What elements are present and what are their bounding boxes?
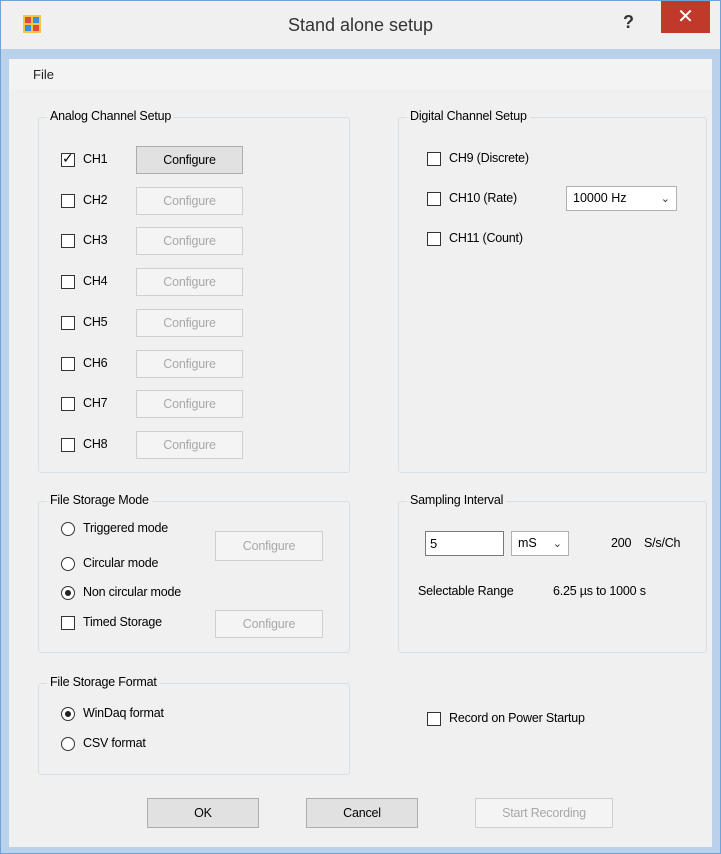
ch5-checkbox[interactable] xyxy=(61,316,75,330)
ch9-checkbox[interactable] xyxy=(427,152,441,166)
ch10-rate-value: 10000 Hz xyxy=(573,191,627,205)
close-button[interactable]: ✕ xyxy=(661,1,710,33)
ch6-configure-button[interactable]: Configure xyxy=(136,350,243,378)
timed-storage-configure-button[interactable]: Configure xyxy=(215,610,323,638)
ch4-checkbox[interactable] xyxy=(61,275,75,289)
csv-format-label: CSV format xyxy=(83,736,146,750)
cancel-button[interactable]: Cancel xyxy=(306,798,418,828)
digital-group-title: Digital Channel Setup xyxy=(407,109,530,123)
ch2-checkbox[interactable] xyxy=(61,194,75,208)
non-circular-mode-label: Non circular mode xyxy=(83,585,182,599)
record-on-power-label: Record on Power Startup xyxy=(449,711,585,725)
dialog-window: Stand alone setup ? ✕ File Analog Channe… xyxy=(0,0,721,854)
ch7-label: CH7 xyxy=(83,396,108,410)
storage-mode-title: File Storage Mode xyxy=(47,493,152,507)
selectable-range-label: Selectable Range xyxy=(418,584,514,598)
windaq-format-radio[interactable] xyxy=(61,707,75,721)
ch4-label: CH4 xyxy=(83,274,108,288)
triggered-mode-radio[interactable] xyxy=(61,522,75,536)
ch8-checkbox[interactable] xyxy=(61,438,75,452)
sample-rate-value: 200 xyxy=(611,536,632,550)
ch8-configure-button[interactable]: Configure xyxy=(136,431,243,459)
start-recording-button[interactable]: Start Recording xyxy=(475,798,613,828)
ch9-label: CH9 (Discrete) xyxy=(449,151,529,165)
selectable-range-value: 6.25 µs to 1000 s xyxy=(553,584,646,598)
ch1-checkbox[interactable] xyxy=(61,151,75,167)
title-bar: Stand alone setup ? ✕ xyxy=(1,1,720,49)
ch3-checkbox[interactable] xyxy=(61,234,75,248)
ch10-rate-select[interactable]: 10000 Hz ⌄ xyxy=(566,186,677,211)
help-button[interactable]: ? xyxy=(623,11,634,33)
sampling-interval-input[interactable]: 5 xyxy=(425,531,504,556)
ch5-label: CH5 xyxy=(83,315,108,329)
ch2-label: CH2 xyxy=(83,193,108,207)
circular-mode-label: Circular mode xyxy=(83,556,159,570)
ch10-checkbox[interactable] xyxy=(427,192,441,206)
ch5-configure-button[interactable]: Configure xyxy=(136,309,243,337)
ch11-checkbox[interactable] xyxy=(427,232,441,246)
chevron-down-icon: ⌄ xyxy=(552,537,562,550)
menu-bar xyxy=(9,59,712,90)
record-on-power-checkbox[interactable] xyxy=(427,712,441,726)
sampling-unit-select[interactable]: mS ⌄ xyxy=(511,531,569,556)
ch11-label: CH11 (Count) xyxy=(449,231,523,245)
storage-format-title: File Storage Format xyxy=(47,675,160,689)
sample-rate-unit: S/s/Ch xyxy=(644,536,681,550)
ch8-label: CH8 xyxy=(83,437,108,451)
timed-storage-checkbox[interactable] xyxy=(61,616,75,630)
ok-button[interactable]: OK xyxy=(147,798,259,828)
ch3-label: CH3 xyxy=(83,233,108,247)
file-storage-format-group: File Storage Format xyxy=(38,675,350,775)
ch6-checkbox[interactable] xyxy=(61,357,75,371)
window-title: Stand alone setup xyxy=(287,15,434,35)
digital-channel-group: Digital Channel Setup xyxy=(398,109,707,473)
menu-file[interactable]: File xyxy=(33,67,54,82)
csv-format-radio[interactable] xyxy=(61,737,75,751)
timed-storage-label: Timed Storage xyxy=(83,615,162,629)
analog-group-title: Analog Channel Setup xyxy=(47,109,175,123)
ch7-checkbox[interactable] xyxy=(61,397,75,411)
sampling-interval-group: Sampling Interval xyxy=(398,493,707,653)
ch10-label: CH10 (Rate) xyxy=(449,191,517,205)
circular-mode-radio[interactable] xyxy=(61,557,75,571)
chevron-down-icon: ⌄ xyxy=(660,192,670,205)
sampling-unit-value: mS xyxy=(518,536,537,550)
ch3-configure-button[interactable]: Configure xyxy=(136,227,243,255)
non-circular-mode-radio[interactable] xyxy=(61,586,75,600)
windaq-format-label: WinDaq format xyxy=(83,706,164,720)
ch1-configure-button[interactable]: Configure xyxy=(136,146,243,174)
triggered-mode-label: Triggered mode xyxy=(83,521,168,535)
ch7-configure-button[interactable]: Configure xyxy=(136,390,243,418)
storage-mode-configure-button[interactable]: Configure xyxy=(215,531,323,561)
ch1-label: CH1 xyxy=(83,152,108,166)
ch2-configure-button[interactable]: Configure xyxy=(136,187,243,215)
ch6-label: CH6 xyxy=(83,356,108,370)
sampling-title: Sampling Interval xyxy=(407,493,507,507)
ch4-configure-button[interactable]: Configure xyxy=(136,268,243,296)
